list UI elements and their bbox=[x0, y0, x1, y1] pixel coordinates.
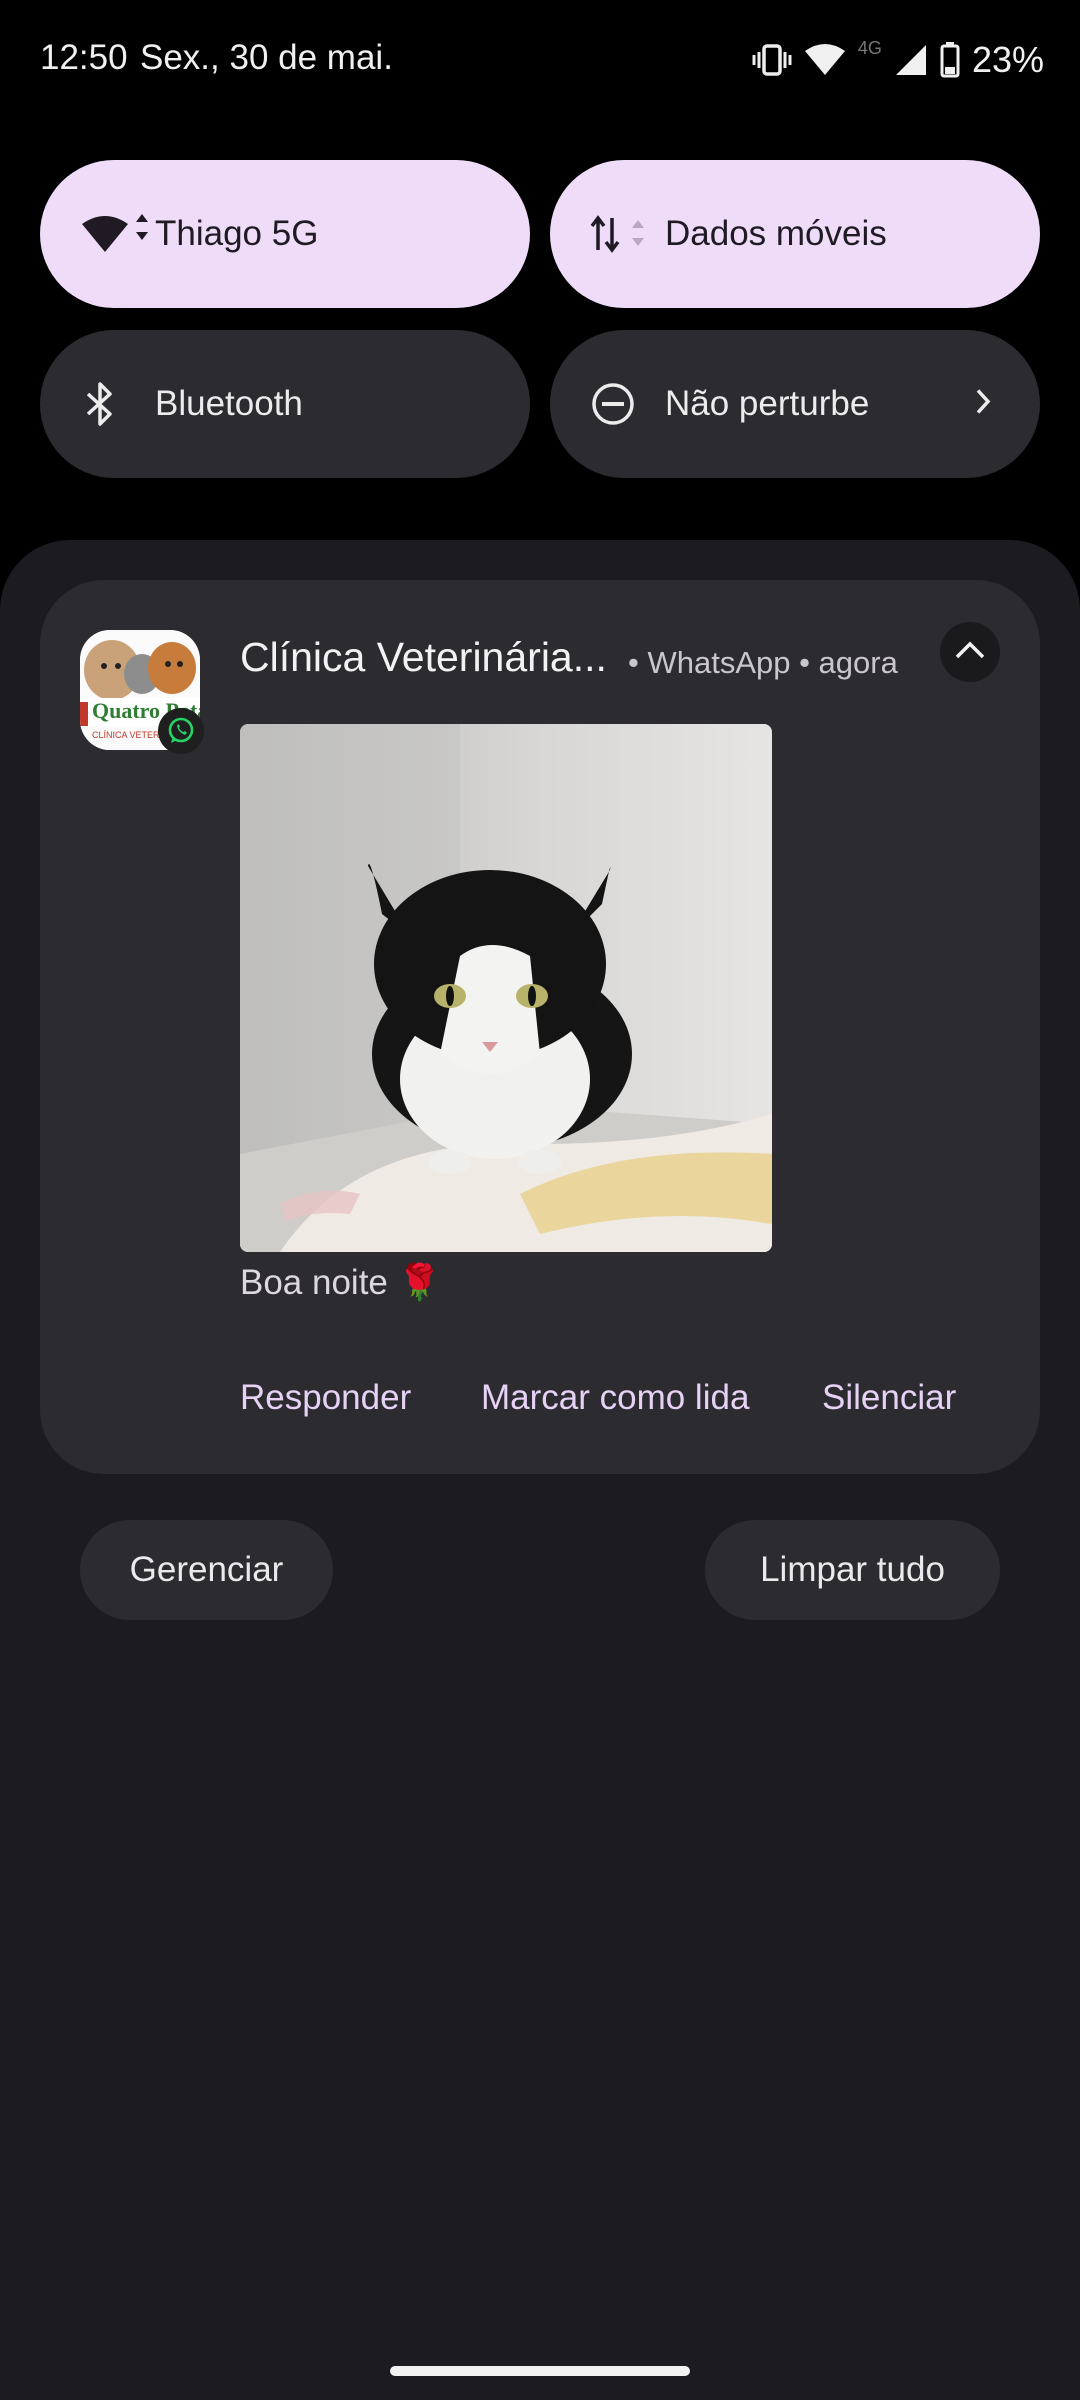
tile-do-not-disturb-label: Não perturbe bbox=[665, 384, 870, 423]
tile-mobile-data-label: Dados móveis bbox=[665, 214, 887, 253]
chevron-right-icon[interactable] bbox=[972, 387, 994, 422]
notification-message: Boa noite 🌹 bbox=[240, 1263, 442, 1302]
whatsapp-icon bbox=[158, 708, 204, 754]
status-bar: 12:50 Sex., 30 de mai. 4G 23% bbox=[0, 0, 1080, 120]
do-not-disturb-icon bbox=[590, 381, 636, 427]
tile-bluetooth[interactable]: Bluetooth bbox=[40, 330, 530, 478]
vibrate-icon bbox=[752, 42, 792, 78]
network-type-label: 4G bbox=[857, 37, 882, 58]
message-photo[interactable] bbox=[240, 724, 772, 1252]
battery-icon bbox=[940, 42, 960, 78]
reply-button[interactable]: Responder bbox=[240, 1378, 411, 1418]
manage-button[interactable]: Gerenciar bbox=[80, 1520, 333, 1620]
status-date: Sex., 30 de mai. bbox=[140, 38, 393, 77]
tile-mobile-data[interactable]: Dados móveis bbox=[550, 160, 1040, 308]
home-indicator[interactable] bbox=[390, 2366, 690, 2376]
chevron-up-icon bbox=[953, 639, 987, 666]
tile-do-not-disturb[interactable]: Não perturbe bbox=[550, 330, 1040, 478]
wifi-icon bbox=[804, 43, 846, 77]
bluetooth-icon bbox=[80, 380, 120, 428]
cell-signal-icon bbox=[894, 43, 928, 77]
clear-all-button[interactable]: Limpar tudo bbox=[705, 1520, 1000, 1620]
battery-percentage: 23% bbox=[971, 39, 1044, 80]
mobile-data-icon bbox=[590, 212, 650, 256]
status-time: 12:50 bbox=[40, 38, 128, 77]
wifi-icon bbox=[80, 212, 154, 256]
mark-as-read-button[interactable]: Marcar como lida bbox=[481, 1378, 749, 1418]
tile-bluetooth-label: Bluetooth bbox=[155, 384, 303, 423]
notification-meta: • WhatsApp • agora bbox=[628, 645, 898, 680]
collapse-button[interactable] bbox=[940, 622, 1000, 682]
tile-wifi-label: Thiago 5G bbox=[155, 214, 319, 253]
notification-title: Clínica Veterinária... bbox=[240, 634, 607, 680]
status-icons: 4G 23% bbox=[752, 36, 1044, 84]
tile-wifi[interactable]: Thiago 5G bbox=[40, 160, 530, 308]
mute-button[interactable]: Silenciar bbox=[822, 1378, 956, 1418]
